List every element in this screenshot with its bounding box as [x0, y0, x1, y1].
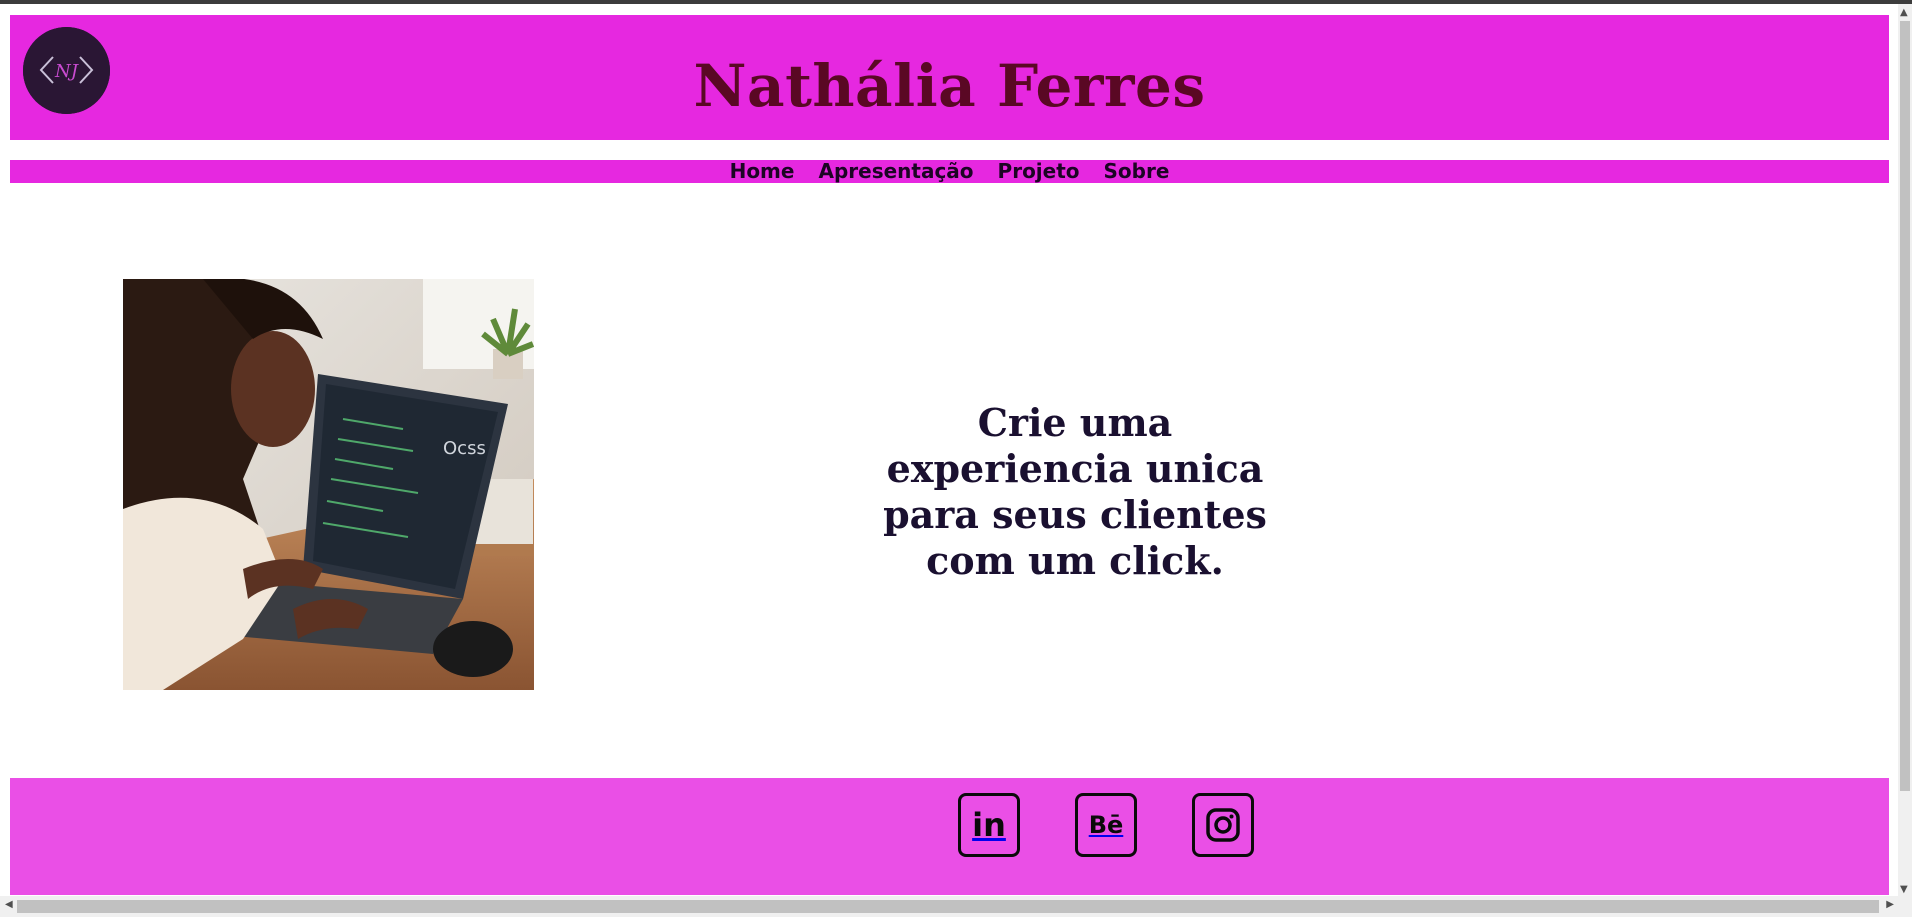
- hero-tagline: Crie uma experiencia unica para seus cli…: [883, 400, 1267, 583]
- behance-link[interactable]: Bē: [1075, 793, 1137, 857]
- nav-item-projeto[interactable]: Projeto: [998, 160, 1080, 183]
- horizontal-scroll-thumb[interactable]: [17, 900, 1879, 913]
- scroll-right-icon[interactable]: ▶: [1886, 899, 1894, 910]
- hero-image: Ocss: [123, 279, 534, 690]
- instagram-icon: [1206, 808, 1240, 842]
- site-footer: in Bē: [10, 778, 1889, 895]
- nav-item-sobre[interactable]: Sobre: [1104, 160, 1170, 183]
- behance-icon: Bē: [1088, 811, 1124, 839]
- nav-item-home[interactable]: Home: [730, 160, 795, 183]
- instagram-link[interactable]: [1192, 793, 1254, 857]
- linkedin-link[interactable]: in: [958, 793, 1020, 857]
- linkedin-icon: in: [972, 806, 1006, 844]
- scroll-up-icon[interactable]: ▲: [1900, 7, 1908, 18]
- svg-text:Ocss: Ocss: [443, 438, 486, 459]
- vertical-scroll-thumb[interactable]: [1900, 21, 1910, 791]
- main-nav: Home Apresentação Projeto Sobre: [10, 160, 1889, 183]
- site-header: NJ Nathália Ferres: [10, 15, 1889, 140]
- page-title: Nathália Ferres: [693, 52, 1206, 120]
- vertical-scrollbar[interactable]: ▲ ▼: [1898, 4, 1912, 917]
- window-top-border: [0, 0, 1912, 4]
- scroll-left-icon[interactable]: ◀: [5, 899, 13, 910]
- scroll-down-icon[interactable]: ▼: [1900, 884, 1908, 895]
- horizontal-scrollbar[interactable]: ◀ ▶: [0, 896, 1898, 917]
- nav-item-apresentacao[interactable]: Apresentação: [818, 160, 973, 183]
- woman-coding-laptop-photo: Ocss: [123, 279, 534, 690]
